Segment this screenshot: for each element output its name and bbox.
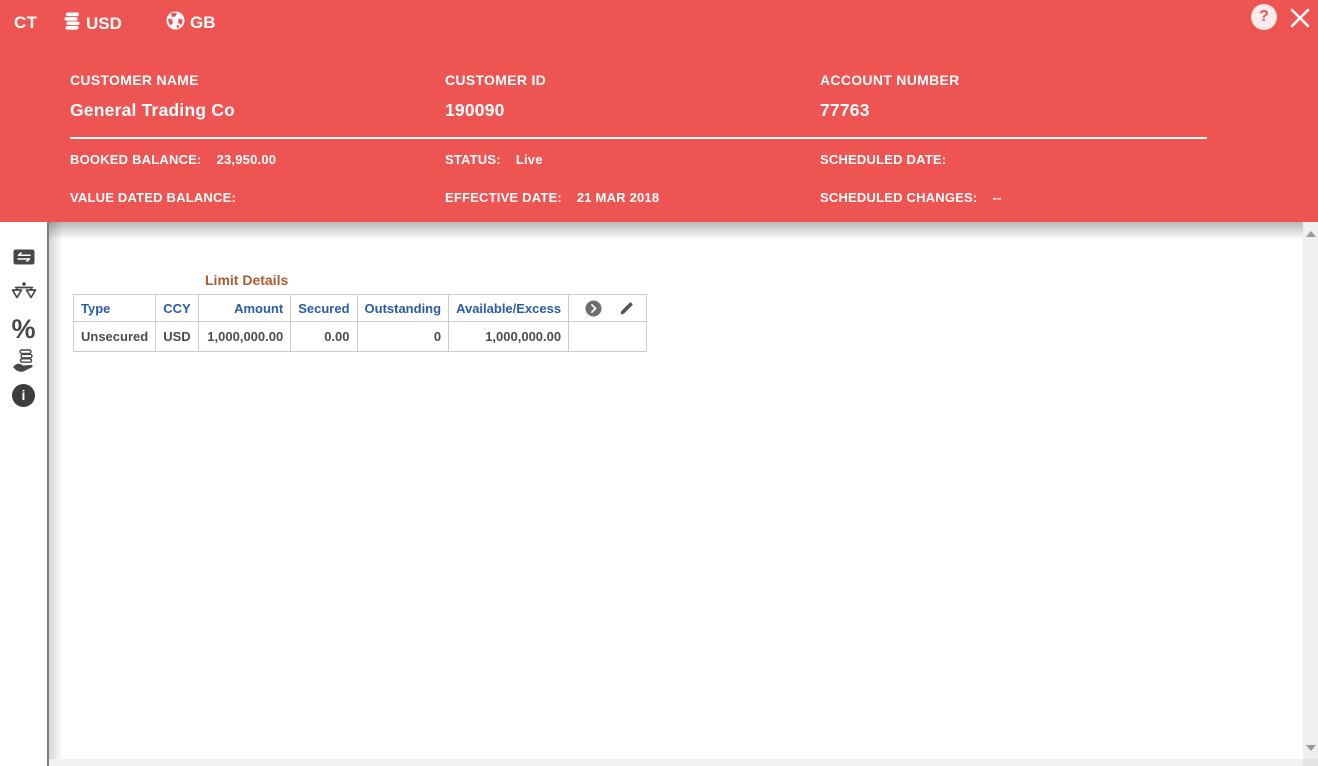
divider-shadow [49,222,63,759]
status-field: STATUS: Live [445,152,543,167]
sidebar-item-percent[interactable]: % [0,314,47,344]
scheduled-date-label: SCHEDULED DATE: [820,152,946,167]
col-available-excess: Available/Excess [449,295,569,322]
cell-secured: 0.00 [291,322,357,352]
sidebar-item-card-transfer[interactable] [0,246,47,268]
scroll-up-arrow-icon[interactable] [1306,231,1316,237]
card-transfer-icon [13,249,35,265]
country-selector[interactable]: GB [166,11,216,35]
col-type: Type [74,295,156,322]
value-dated-balance-field: VALUE DATED BALANCE: [70,190,251,205]
booked-balance-label: BOOKED BALANCE: [70,152,202,167]
app-code-label: CT [14,13,38,33]
col-amount: Amount [199,295,291,322]
scheduled-changes-field: SCHEDULED CHANGES: -- [820,190,1002,205]
header-shadow [49,222,1303,240]
effective-date-field: EFFECTIVE DATE: 21 MAR 2018 [445,190,659,205]
cell-type: Unsecured [74,322,156,352]
col-actions [569,295,647,322]
main-content: Limit Details Type CCY Amount Secured Ou… [49,222,1303,759]
coins-icon [63,11,82,36]
booked-balance-value: 23,950.00 [217,152,277,167]
horizontal-scrollbar[interactable] [49,759,1303,766]
help-button[interactable]: ? [1251,4,1277,30]
account-number-label: ACCOUNT NUMBER [820,72,960,88]
vertical-scrollbar[interactable] [1303,222,1318,766]
customer-name-value: General Trading Co [70,100,235,121]
currency-selector[interactable]: USD [63,11,122,36]
scheduled-date-field: SCHEDULED DATE: [820,152,961,167]
info-glyph: i [22,387,26,403]
sidebar-item-scales[interactable] [0,280,47,306]
edit-limit-button[interactable] [619,301,634,316]
cell-actions [569,322,647,352]
table-header-row: Type CCY Amount Secured Outstanding Avai… [74,295,647,322]
globe-icon [166,11,185,35]
limit-details-table: Type CCY Amount Secured Outstanding Avai… [73,294,647,352]
cell-available-excess: 1,000,000.00 [449,322,569,352]
cell-ccy: USD [156,322,199,352]
col-outstanding: Outstanding [357,295,449,322]
section-title: Limit Details [205,272,288,288]
status-label: STATUS: [445,152,501,167]
customer-id-value: 190090 [445,100,505,121]
question-mark-icon: ? [1259,8,1269,26]
effective-date-label: EFFECTIVE DATE: [445,190,562,205]
expand-row-button[interactable] [585,300,602,317]
country-label: GB [190,13,216,33]
value-dated-balance-label: VALUE DATED BALANCE: [70,190,236,205]
chevron-right-circle-icon [585,300,602,317]
customer-header-panel: CT USD [0,0,1318,222]
limit-table-row[interactable]: Unsecured USD 1,000,000.00 0.00 0 1,000,… [74,322,647,352]
close-icon [1288,6,1312,30]
cell-amount: 1,000,000.00 [199,322,291,352]
close-button[interactable] [1288,6,1312,30]
sidebar-item-info[interactable]: i [0,382,47,408]
sidebar-item-hand-coins[interactable] [0,348,47,374]
customer-name-label: CUSTOMER NAME [70,72,199,88]
hand-coins-icon [12,349,36,373]
scales-icon [11,281,37,305]
titlebar: CT USD [0,0,1318,48]
info-icon: i [12,384,35,407]
currency-label: USD [86,14,122,34]
header-divider-line [70,137,1207,139]
customer-id-label: CUSTOMER ID [445,72,546,88]
effective-date-value: 21 MAR 2018 [577,190,659,205]
col-secured: Secured [291,295,357,322]
scroll-down-arrow-icon[interactable] [1306,745,1316,751]
status-value: Live [516,152,543,167]
scheduled-changes-value: -- [992,190,1001,205]
scheduled-changes-label: SCHEDULED CHANGES: [820,190,977,205]
col-ccy: CCY [156,295,199,322]
percent-icon: % [11,314,35,345]
pencil-icon [619,301,634,316]
booked-balance-field: BOOKED BALANCE: 23,950.00 [70,152,276,167]
account-number-value: 77763 [820,100,870,121]
sidebar: % i [0,222,47,766]
cell-outstanding: 0 [357,322,449,352]
scrollbar-corner [1303,759,1318,766]
